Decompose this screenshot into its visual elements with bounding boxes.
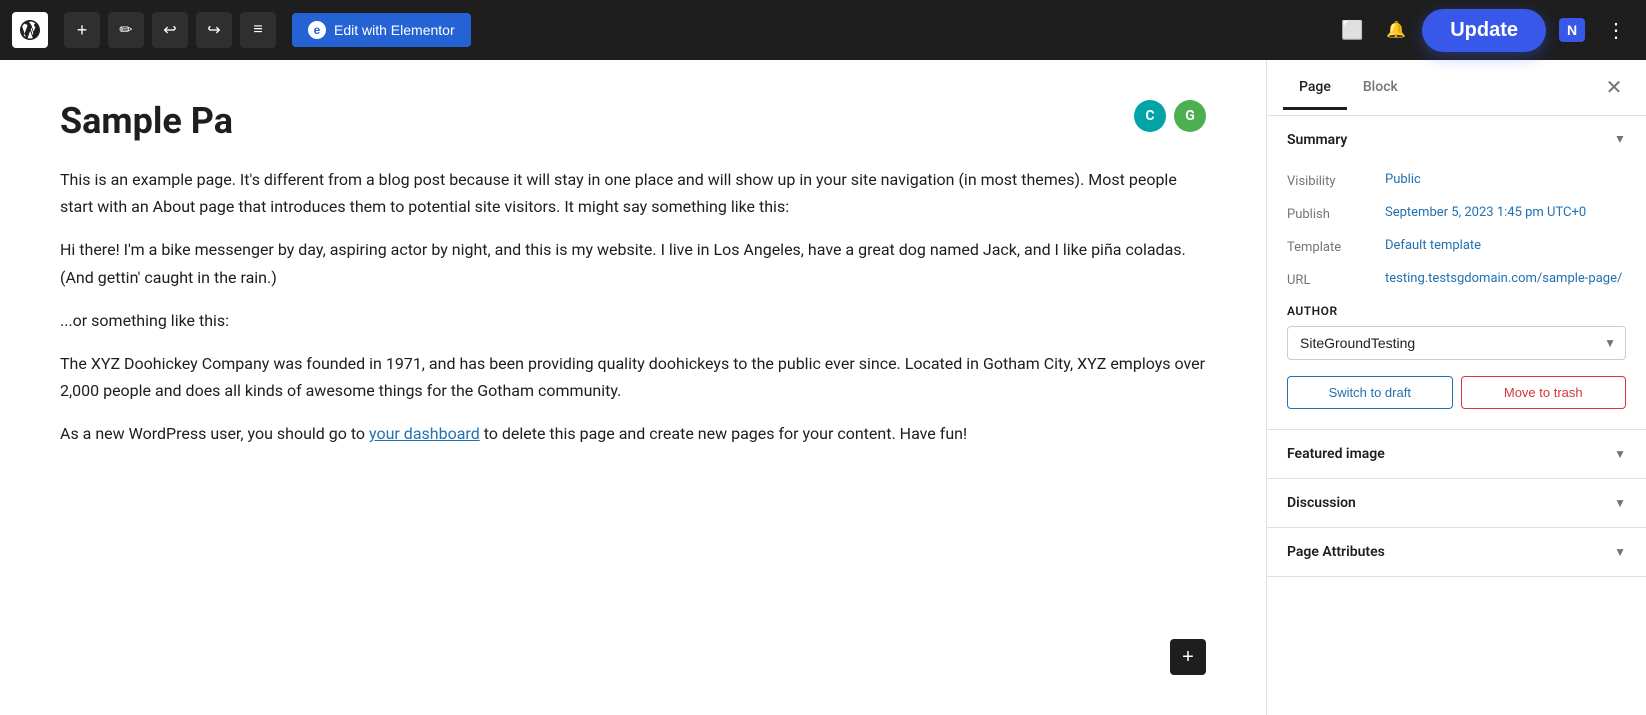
- view-button[interactable]: ⬜: [1334, 12, 1370, 48]
- add-block-button[interactable]: +: [1170, 639, 1206, 675]
- move-to-trash-button[interactable]: Move to trash: [1461, 376, 1627, 409]
- featured-image-label: Featured image: [1287, 446, 1385, 462]
- wp-logo[interactable]: [12, 12, 48, 48]
- discussion-header[interactable]: Discussion ▼: [1267, 479, 1646, 527]
- page-title-input[interactable]: [60, 100, 1206, 142]
- switch-to-draft-button[interactable]: Switch to draft: [1287, 376, 1453, 409]
- list-view-button[interactable]: ≡: [240, 12, 276, 48]
- url-label: URL: [1287, 271, 1377, 288]
- paragraph-2: Hi there! I'm a bike messenger by day, a…: [60, 236, 1206, 290]
- summary-label: Summary: [1287, 132, 1347, 148]
- paragraph-4: The XYZ Doohickey Company was founded in…: [60, 350, 1206, 404]
- page-attributes-label: Page Attributes: [1287, 544, 1385, 560]
- wp-icon-button[interactable]: N: [1554, 12, 1590, 48]
- action-buttons: Switch to draft Move to trash: [1287, 376, 1626, 409]
- paragraph-5-before: As a new WordPress user, you should go t…: [60, 424, 369, 443]
- publish-row: Publish September 5, 2023 1:45 pm UTC+0: [1287, 205, 1626, 222]
- visibility-row: Visibility Public: [1287, 172, 1626, 189]
- page-attributes-chevron-icon: ▼: [1614, 545, 1626, 559]
- featured-image-chevron-icon: ▼: [1614, 447, 1626, 461]
- undo-button[interactable]: ↩: [152, 12, 188, 48]
- featured-image-section: Featured image ▼: [1267, 430, 1646, 479]
- url-value[interactable]: testing.testsgdomain.com/sample-page/: [1385, 271, 1626, 286]
- author-label: AUTHOR: [1287, 304, 1626, 318]
- author-select-wrap: SiteGroundTesting ▼: [1287, 326, 1626, 360]
- undo-icon: ↩: [163, 20, 176, 40]
- summary-section-header[interactable]: Summary ▲: [1267, 116, 1646, 164]
- template-row: Template Default template: [1287, 238, 1626, 255]
- update-button[interactable]: Update: [1422, 9, 1546, 52]
- toolbar: + ✏ ↩ ↪ ≡ e Edit with Elementor ⬜ 🔔 Upda…: [0, 0, 1646, 60]
- bell-icon: 🔔: [1386, 20, 1406, 40]
- elementor-icon: e: [308, 21, 326, 39]
- tab-page[interactable]: Page: [1283, 67, 1347, 110]
- paragraph-3: ...or something like this:: [60, 307, 1206, 334]
- teal-circle-icon[interactable]: C: [1134, 100, 1166, 132]
- discussion-chevron-icon: ▼: [1614, 496, 1626, 510]
- summary-section: Summary ▲ Visibility Public Publish Sept…: [1267, 116, 1646, 430]
- editor-area: C G This is an example page. It's differ…: [0, 60, 1266, 715]
- main-layout: C G This is an example page. It's differ…: [0, 60, 1646, 715]
- toolbar-right: ⬜ 🔔 Update N ⋮: [1334, 9, 1634, 52]
- dashboard-link[interactable]: your dashboard: [369, 424, 480, 443]
- discussion-label: Discussion: [1287, 495, 1356, 511]
- list-icon: ≡: [253, 21, 262, 39]
- template-label: Template: [1287, 238, 1377, 255]
- summary-chevron-icon: ▲: [1614, 133, 1626, 147]
- edit-mode-button[interactable]: ✏: [108, 12, 144, 48]
- sidebar: Page Block ✕ Summary ▲ Visibility Public…: [1266, 60, 1646, 715]
- edit-elementor-label: Edit with Elementor: [334, 22, 455, 38]
- url-row: URL testing.testsgdomain.com/sample-page…: [1287, 271, 1626, 288]
- featured-image-header[interactable]: Featured image ▼: [1267, 430, 1646, 478]
- notifications-button[interactable]: 🔔: [1378, 12, 1414, 48]
- template-value[interactable]: Default template: [1385, 238, 1626, 253]
- visibility-value[interactable]: Public: [1385, 172, 1626, 187]
- redo-icon: ↪: [207, 20, 220, 40]
- discussion-section: Discussion ▼: [1267, 479, 1646, 528]
- paragraph-1: This is an example page. It's different …: [60, 166, 1206, 220]
- more-icon: ⋮: [1606, 18, 1626, 43]
- monitor-icon: ⬜: [1341, 20, 1363, 41]
- author-select[interactable]: SiteGroundTesting: [1287, 326, 1626, 360]
- n-badge: N: [1559, 18, 1585, 42]
- add-block-toolbar-button[interactable]: +: [64, 12, 100, 48]
- summary-section-body: Visibility Public Publish September 5, 2…: [1267, 164, 1646, 429]
- publish-value[interactable]: September 5, 2023 1:45 pm UTC+0: [1385, 205, 1626, 220]
- redo-button[interactable]: ↪: [196, 12, 232, 48]
- close-icon: ✕: [1606, 75, 1623, 100]
- paragraph-5-after: to delete this page and create new pages…: [480, 424, 967, 443]
- green-circle-icon[interactable]: G: [1174, 100, 1206, 132]
- tab-block[interactable]: Block: [1347, 67, 1414, 110]
- editor-content: This is an example page. It's different …: [60, 166, 1206, 448]
- page-attributes-header[interactable]: Page Attributes ▼: [1267, 528, 1646, 576]
- plus-icon: +: [77, 20, 88, 41]
- edit-with-elementor-button[interactable]: e Edit with Elementor: [292, 13, 471, 47]
- plus-block-icon: +: [1182, 646, 1194, 669]
- more-options-button[interactable]: ⋮: [1598, 12, 1634, 48]
- publish-label: Publish: [1287, 205, 1377, 222]
- pencil-icon: ✏: [119, 20, 132, 40]
- sidebar-tabs: Page Block ✕: [1267, 60, 1646, 116]
- editor-overlay-icons: C G: [1134, 100, 1206, 132]
- paragraph-5: As a new WordPress user, you should go t…: [60, 420, 1206, 447]
- page-attributes-section: Page Attributes ▼: [1267, 528, 1646, 577]
- sidebar-close-button[interactable]: ✕: [1598, 72, 1630, 104]
- author-section: AUTHOR SiteGroundTesting ▼: [1287, 304, 1626, 360]
- visibility-label: Visibility: [1287, 172, 1377, 189]
